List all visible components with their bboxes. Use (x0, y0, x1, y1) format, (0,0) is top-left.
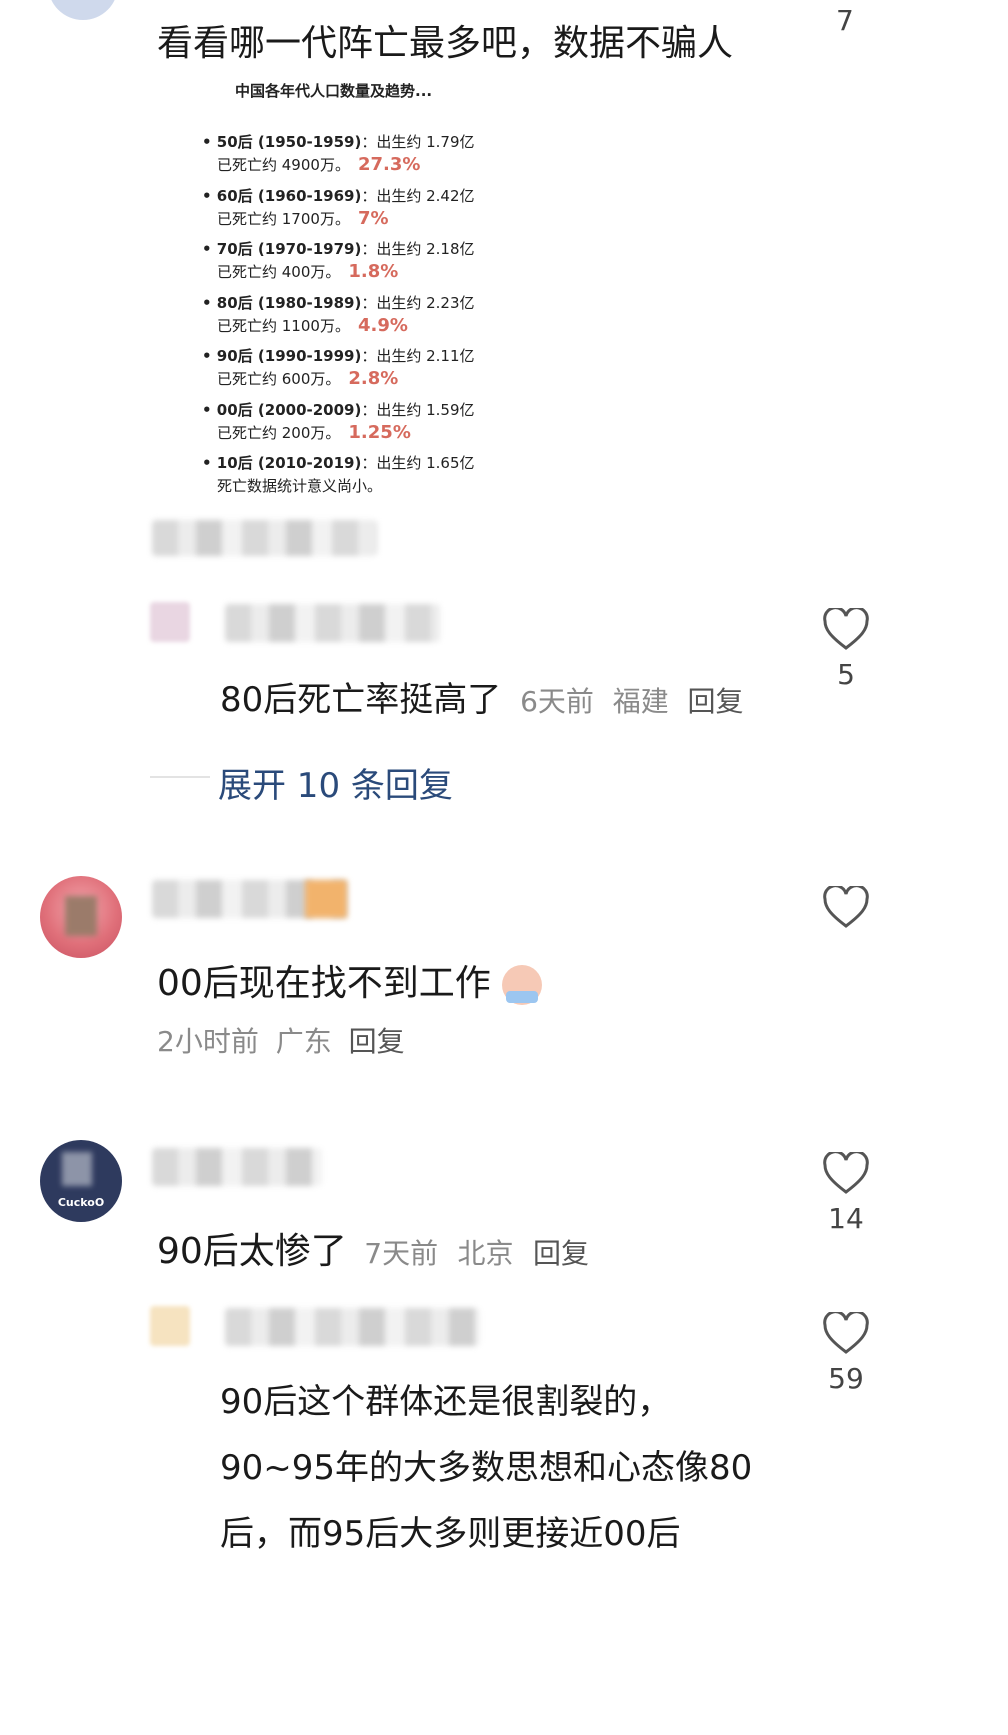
image-title: 中国各年代人口数量及趋势... (235, 82, 433, 100)
comment-location: 北京 (457, 1237, 514, 1270)
birth-count: ：出生约 2.18亿 (361, 240, 475, 258)
death-percent: 4.9% (357, 314, 408, 336)
birth-count: ：出生约 1.59亿 (361, 400, 475, 419)
generation-label: • 50后 (1950-1959) (202, 133, 362, 151)
reply-line: 90后这个群体还是很割裂的， (220, 1382, 672, 1422)
divider (150, 776, 210, 778)
birth-count: ：出生约 2.42亿 (361, 186, 475, 205)
generation-label: • 00后 (2000-2009) (202, 400, 362, 419)
avatar-text: CuckoO (57, 1196, 105, 1209)
birth-count: ：出生约 1.79亿 (361, 133, 475, 151)
heart-icon (823, 1312, 869, 1354)
reply-line: 后，而95后大多则更接近00后 (220, 1514, 681, 1554)
comment-body: 00后现在找不到工作 (157, 963, 491, 1004)
reply-button[interactable]: 回复 (688, 685, 744, 718)
generation-label: • 10后 (2010-2019) (202, 454, 362, 472)
reply-location: 福建 (612, 685, 669, 718)
crying-emoji-icon (502, 965, 543, 1005)
generation-row: • 60后 (1960-1969)：出生约 2.42亿 (202, 184, 475, 208)
like-button[interactable]: 59 (818, 1312, 874, 1395)
reply-text: 80后死亡率挺高了 6天前 福建 回复 (220, 672, 744, 721)
death-row: 已死亡约 400万。 1.8% (217, 260, 398, 284)
comment-text: 00后现在找不到工作 (157, 954, 543, 1006)
death-count: 死亡数据统计意义尚小。 (217, 477, 383, 495)
like-button[interactable]: 14 (818, 1152, 874, 1235)
generation-row: • 10后 (2010-2019)：出生约 1.65亿 (202, 451, 475, 475)
avatar[interactable] (150, 602, 190, 642)
avatar[interactable] (48, 0, 118, 20)
death-percent: 1.25% (348, 421, 411, 443)
birth-count: ：出生约 1.65亿 (361, 454, 475, 472)
reply-line: 90~95年的大多数思想和心态像80 (220, 1448, 753, 1488)
like-count: 14 (828, 1202, 864, 1235)
death-row: 已死亡约 1700万。 7% (217, 207, 389, 231)
death-percent: 1.8% (348, 261, 399, 282)
generation-row: • 50后 (1950-1959)：出生约 1.79亿 (202, 130, 475, 154)
death-row: 已死亡约 200万。 1.25% (217, 421, 411, 445)
heart-icon (823, 886, 869, 928)
death-row: 已死亡约 1100万。 4.9% (217, 314, 408, 338)
generation-row: • 90后 (1990-1999)：出生约 2.11亿 (202, 344, 475, 368)
death-count: 已死亡约 400万。 (217, 263, 341, 281)
heart-icon (823, 1152, 869, 1194)
blurred-username (152, 1148, 322, 1186)
like-count: 59 (828, 1362, 864, 1395)
birth-count: ：出生约 2.23亿 (361, 293, 475, 312)
like-button[interactable] (818, 886, 874, 930)
avatar[interactable] (150, 1306, 190, 1346)
comment-time: 7天前 (364, 1237, 439, 1270)
generation-label: • 60后 (1960-1969) (202, 186, 362, 205)
death-count: 已死亡约 4900万。 (217, 156, 350, 174)
generation-label: • 90后 (1990-1999) (202, 347, 362, 365)
birth-count: ：出生约 2.11亿 (361, 347, 475, 365)
blurred-badge (305, 880, 347, 918)
reply-button[interactable]: 回复 (533, 1237, 589, 1270)
comment-body: 90后太惨了 (157, 1231, 347, 1272)
like-count: 7 (836, 4, 854, 37)
avatar[interactable] (40, 876, 122, 958)
generation-row: • 80后 (1980-1989)：出生约 2.23亿 (202, 291, 475, 315)
blurred-username (225, 604, 440, 642)
reply-button[interactable]: 回复 (349, 1025, 405, 1058)
generation-row: • 70后 (1970-1979)：出生约 2.18亿 (202, 237, 475, 261)
death-row: 死亡数据统计意义尚小。 (217, 474, 382, 498)
death-count: 已死亡约 1100万。 (217, 316, 350, 335)
death-percent: 2.8% (348, 368, 399, 389)
generation-label: • 70后 (1970-1979) (202, 240, 362, 258)
reply-time: 6天前 (520, 685, 594, 718)
avatar[interactable]: CuckoO (40, 1140, 122, 1222)
generation-label: • 80后 (1980-1989) (202, 293, 362, 312)
death-row: 已死亡约 600万。 2.8% (217, 367, 398, 391)
comment-text: 90后太惨了 7天前 北京 回复 (157, 1222, 589, 1274)
death-count: 已死亡约 600万。 (217, 370, 341, 388)
death-count: 已死亡约 200万。 (217, 423, 341, 442)
heart-icon (823, 608, 869, 650)
like-button[interactable]: 5 (818, 608, 874, 691)
death-percent: 27.3% (357, 154, 421, 175)
comment-time: 2小时前 (157, 1025, 259, 1058)
comment-location: 广东 (275, 1025, 332, 1058)
expand-replies-button[interactable]: 展开 10 条回复 (218, 758, 453, 807)
blurred-username (225, 1308, 480, 1346)
comment-text: 看看哪一代阵亡最多吧，数据不骗人 (157, 23, 734, 64)
death-row: 已死亡约 4900万。 27.3% (217, 153, 420, 177)
reply-body: 80后死亡率挺高了 (220, 680, 502, 720)
generation-row: • 00后 (2000-2009)：出生约 1.59亿 (202, 398, 475, 422)
comment-image[interactable]: 中国各年代人口数量及趋势... • 50后 (1950-1959)：出生约 1.… (180, 70, 510, 540)
like-count: 5 (837, 658, 855, 691)
death-count: 已死亡约 1700万。 (217, 209, 350, 228)
comment-meta: 2小时前 广东 回复 (157, 1020, 405, 1060)
death-percent: 7% (357, 207, 389, 229)
blurred-meta (152, 520, 377, 556)
